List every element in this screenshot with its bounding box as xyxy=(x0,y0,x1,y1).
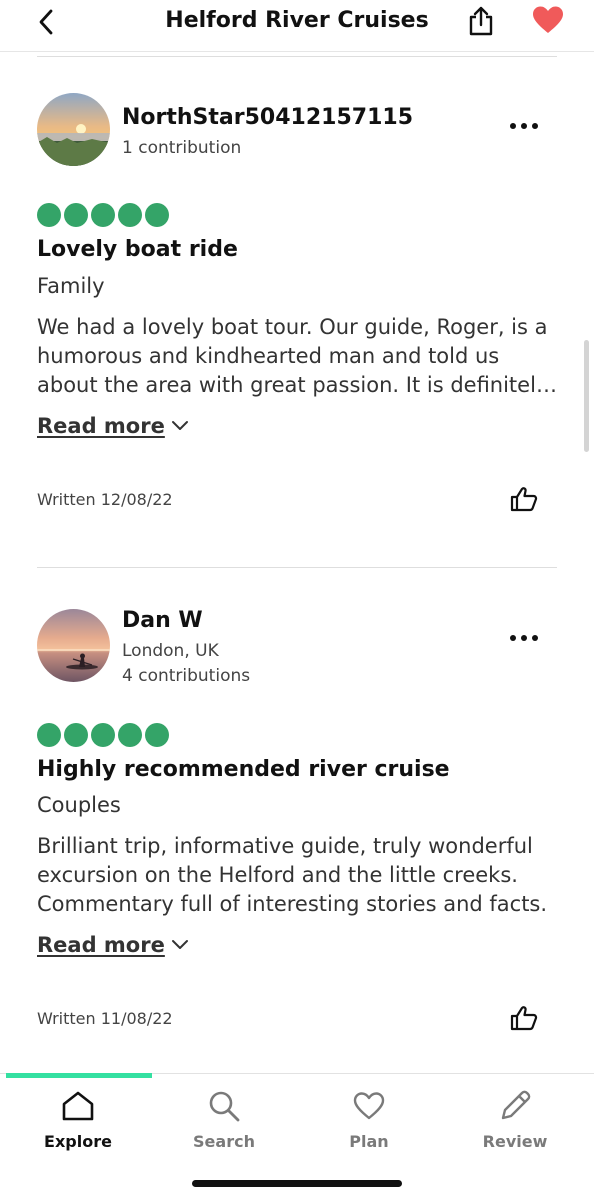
rating-bubbles xyxy=(37,723,169,747)
reviewer-location: London, UK xyxy=(122,641,219,661)
nav-label: Review xyxy=(482,1132,548,1151)
read-more-link[interactable]: Read more xyxy=(37,931,189,959)
nav-label: Search xyxy=(193,1132,255,1151)
dot xyxy=(532,123,538,129)
home-icon xyxy=(62,1091,94,1121)
read-more-link[interactable]: Read more xyxy=(37,412,189,440)
dot xyxy=(521,635,527,641)
top-bar: Helford River Cruises xyxy=(0,0,594,52)
home-indicator[interactable] xyxy=(192,1180,402,1187)
rating-bubble xyxy=(118,723,142,747)
avatar[interactable] xyxy=(37,609,110,682)
review-screen: Helford River Cruises NorthStar504121571… xyxy=(0,0,594,1200)
active-tab-indicator xyxy=(6,1073,152,1078)
review-title: Highly recommended river cruise xyxy=(37,757,450,782)
rating-bubble xyxy=(64,723,88,747)
trip-type: Couples xyxy=(37,793,121,817)
share-button[interactable] xyxy=(463,3,499,39)
nav-plan[interactable]: Plan xyxy=(314,1088,424,1152)
heart-outline-icon xyxy=(353,1092,385,1120)
dot xyxy=(510,123,516,129)
nav-review[interactable]: Review xyxy=(460,1088,570,1152)
helpful-vote-button[interactable] xyxy=(508,484,540,514)
rating-bubble xyxy=(37,203,61,227)
scrollbar[interactable] xyxy=(584,340,589,452)
share-icon xyxy=(469,6,493,36)
heart-filled-icon xyxy=(533,6,563,33)
nav-label: Plan xyxy=(349,1132,389,1151)
written-date: Written 11/08/22 xyxy=(37,1009,173,1028)
page-title: Helford River Cruises xyxy=(165,8,429,33)
dot xyxy=(510,635,516,641)
section-divider xyxy=(37,56,557,57)
trip-type: Family xyxy=(37,274,105,298)
pencil-icon xyxy=(501,1090,531,1120)
chevron-down-icon xyxy=(171,940,188,949)
rating-bubble xyxy=(118,203,142,227)
rating-bubble xyxy=(91,203,115,227)
review-title: Lovely boat ride xyxy=(37,237,238,262)
avatar[interactable] xyxy=(37,93,110,166)
more-options-button[interactable] xyxy=(504,116,544,136)
save-favorite-button[interactable] xyxy=(528,3,568,37)
dot xyxy=(521,123,527,129)
rating-bubble xyxy=(145,723,169,747)
reviewer-name[interactable]: Dan W xyxy=(122,607,203,635)
helpful-vote-button[interactable] xyxy=(508,1003,540,1033)
read-more-label: Read more xyxy=(37,414,165,438)
contribution-count: 4 contributions xyxy=(122,666,251,686)
rating-bubble xyxy=(91,723,115,747)
read-more-label: Read more xyxy=(37,933,165,957)
written-date: Written 12/08/22 xyxy=(37,490,173,509)
rating-bubbles xyxy=(37,203,169,227)
search-icon xyxy=(209,1091,240,1122)
thumbs-up-icon xyxy=(510,1006,538,1031)
rating-bubble xyxy=(37,723,61,747)
nav-explore[interactable]: Explore xyxy=(23,1088,133,1152)
more-options-button[interactable] xyxy=(504,628,544,648)
nav-search[interactable]: Search xyxy=(169,1088,279,1152)
reviewer-name[interactable]: NorthStar50412157115 xyxy=(122,104,413,132)
rating-bubble xyxy=(145,203,169,227)
review-text: Brilliant trip, informative guide, truly… xyxy=(37,834,548,916)
nav-label: Explore xyxy=(44,1132,112,1151)
review-text: We had a lovely boat tour. Our guide, Ro… xyxy=(37,315,549,397)
review-divider xyxy=(37,567,557,568)
thumbs-up-icon xyxy=(510,487,538,512)
dot xyxy=(532,635,538,641)
contribution-count: 1 contribution xyxy=(122,138,242,158)
chevron-down-icon xyxy=(171,421,188,430)
rating-bubble xyxy=(64,203,88,227)
